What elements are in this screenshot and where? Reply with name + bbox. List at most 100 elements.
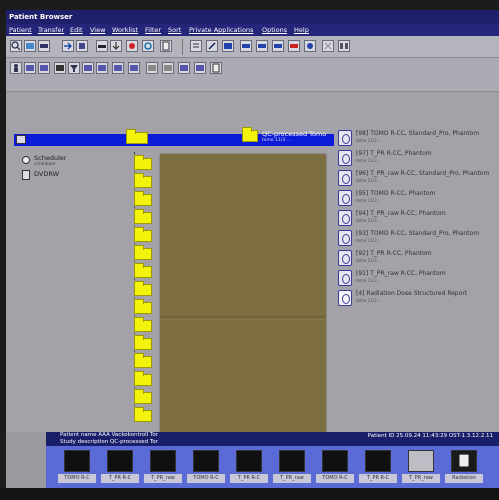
folder-icon[interactable] <box>134 353 152 368</box>
open-folder-icon[interactable] <box>126 129 148 144</box>
network-icon[interactable] <box>38 40 50 52</box>
study-folder-icon[interactable] <box>242 127 258 142</box>
selected-study-row[interactable]: QC-processed Tomo tomo 11/3 ... <box>14 127 334 146</box>
delete-icon[interactable] <box>322 40 334 52</box>
local-search-icon[interactable] <box>24 40 36 52</box>
menu-view[interactable]: View <box>90 24 105 36</box>
series-thumbnail[interactable]: T_PR_raw <box>273 450 311 484</box>
thumbnail-label: TOMO R-C <box>58 474 96 483</box>
series-item[interactable]: [96] T_PR_raw R-CC, Standard_Pro, Phanto… <box>338 170 498 188</box>
series-thumbnail[interactable]: Radiation <box>445 450 483 484</box>
series-thumbnail[interactable]: T_PR_raw <box>402 450 440 484</box>
series-thumbnail[interactable]: T_PR_raw <box>144 450 182 484</box>
browser-work-area: QC-processed Tomo tomo 11/3 ... Schedule… <box>6 92 499 456</box>
series-thumbnail[interactable]: T_PR R-C <box>230 450 268 484</box>
folder-icon[interactable] <box>134 263 152 278</box>
folder-icon[interactable] <box>134 389 152 404</box>
scheduler-icon[interactable] <box>22 156 30 164</box>
menu-options[interactable]: Options <box>262 24 287 36</box>
folder-icon[interactable] <box>134 245 152 260</box>
folder-icon[interactable] <box>134 371 152 386</box>
series-label: [91] T_PR_raw R-CC, Phantom <box>356 270 446 277</box>
series-label: [98] TOMO R-CC, Standard_Pro, Phantom <box>356 130 480 137</box>
series-image-icon <box>338 210 352 226</box>
import-icon[interactable] <box>76 40 88 52</box>
series-thumbnail[interactable]: TOMO R-C <box>58 450 96 484</box>
thumbnail-image <box>150 450 176 472</box>
compare-icon[interactable] <box>82 62 94 74</box>
archive-icon[interactable] <box>96 40 108 52</box>
filter-icon[interactable] <box>68 62 80 74</box>
sync-icon[interactable] <box>304 40 316 52</box>
series-thumbnail[interactable]: TOMO R-C <box>316 450 354 484</box>
folder-icon[interactable] <box>134 299 152 314</box>
group-icon[interactable] <box>96 62 108 74</box>
record-icon[interactable] <box>126 40 138 52</box>
patient-icon[interactable] <box>10 62 22 74</box>
series-thumbnail[interactable]: TOMO R-C <box>187 450 225 484</box>
series-item[interactable]: [97] T_PR R-CC, Phantom tomo 11/3 ... <box>338 150 498 168</box>
series-item[interactable]: [4] Radiation Dose Structured Report tom… <box>338 290 498 308</box>
menu-transfer[interactable]: Transfer <box>38 24 64 36</box>
query-icon[interactable] <box>10 40 22 52</box>
series-item[interactable]: [93] TOMO R-CC, Standard_Pro, Phantom to… <box>338 230 498 248</box>
toolbar-primary <box>6 36 499 58</box>
thumbnail-strip: TOMO R-C T_PR R-C T_PR_raw TOMO R-C T_PR… <box>46 446 499 488</box>
patient-status-bar: Patient name AAA Vackokontroll Tor Study… <box>46 432 499 446</box>
folder-icon[interactable] <box>134 227 152 242</box>
edit-icon[interactable] <box>128 62 140 74</box>
menu-private-applications[interactable]: Private Applications <box>189 24 253 36</box>
folder-icon[interactable] <box>134 317 152 332</box>
dvd-drive-icon[interactable] <box>22 170 30 180</box>
burn-icon[interactable] <box>256 40 268 52</box>
series-item[interactable]: [92] T_PR R-CC, Phantom tomo 11/3 ... <box>338 250 498 268</box>
document-icon[interactable] <box>160 40 172 52</box>
series-thumbnail[interactable]: T_PR R-C <box>101 450 139 484</box>
layout-icon[interactable] <box>338 40 350 52</box>
series-item[interactable]: [94] T_PR_raw R-CC, Phantom tomo 11/3 ..… <box>338 210 498 228</box>
tools-icon[interactable] <box>206 40 218 52</box>
folder-icon[interactable] <box>134 209 152 224</box>
menu-help[interactable]: Help <box>294 24 309 36</box>
series-item[interactable]: [98] TOMO R-CC, Standard_Pro, Phantom to… <box>338 130 498 148</box>
series-icon[interactable] <box>38 62 50 74</box>
image-icon[interactable] <box>54 62 66 74</box>
refresh-icon[interactable] <box>142 40 154 52</box>
viewer-icon[interactable] <box>222 40 234 52</box>
thumbnail-image <box>322 450 348 472</box>
paper-fold <box>160 316 326 320</box>
study-icon[interactable] <box>24 62 36 74</box>
dose-report-icon <box>338 290 352 306</box>
menu-patient[interactable]: Patient <box>9 24 32 36</box>
flag-icon[interactable] <box>194 62 206 74</box>
folder-icon[interactable] <box>134 281 152 296</box>
scheduler-label[interactable]: Scheduler <box>34 154 67 162</box>
menu-filter[interactable]: Filter <box>145 24 161 36</box>
folder-icon[interactable] <box>134 335 152 350</box>
mark-icon[interactable] <box>288 40 300 52</box>
folder-icon[interactable] <box>134 407 152 422</box>
filming-icon[interactable] <box>272 40 284 52</box>
menu-worklist[interactable]: Worklist <box>112 24 138 36</box>
send-icon[interactable] <box>62 40 74 52</box>
print-icon[interactable] <box>240 40 252 52</box>
folder-icon[interactable] <box>134 155 152 170</box>
folder-icon[interactable] <box>134 191 152 206</box>
series-thumbnail[interactable]: T_PR R-C <box>359 450 397 484</box>
list-view-icon[interactable] <box>190 40 202 52</box>
export-icon[interactable] <box>110 40 122 52</box>
merge-icon[interactable] <box>162 62 174 74</box>
thumbnail-image <box>279 450 305 472</box>
info-icon[interactable] <box>178 62 190 74</box>
folder-icon[interactable] <box>134 173 152 188</box>
split-icon[interactable] <box>146 62 158 74</box>
menu-edit[interactable]: Edit <box>70 24 83 36</box>
select-icon[interactable] <box>112 62 124 74</box>
series-image-icon <box>338 270 352 286</box>
menu-sort[interactable]: Sort <box>168 24 181 36</box>
series-item[interactable]: [95] TOMO R-CC, Phantom tomo 11/3 ... <box>338 190 498 208</box>
report-icon <box>459 454 469 467</box>
series-item[interactable]: [91] T_PR_raw R-CC, Phantom tomo 11/3 ..… <box>338 270 498 288</box>
clipboard-icon[interactable] <box>210 62 222 74</box>
dvdrw-label[interactable]: DVDRW <box>34 170 59 178</box>
